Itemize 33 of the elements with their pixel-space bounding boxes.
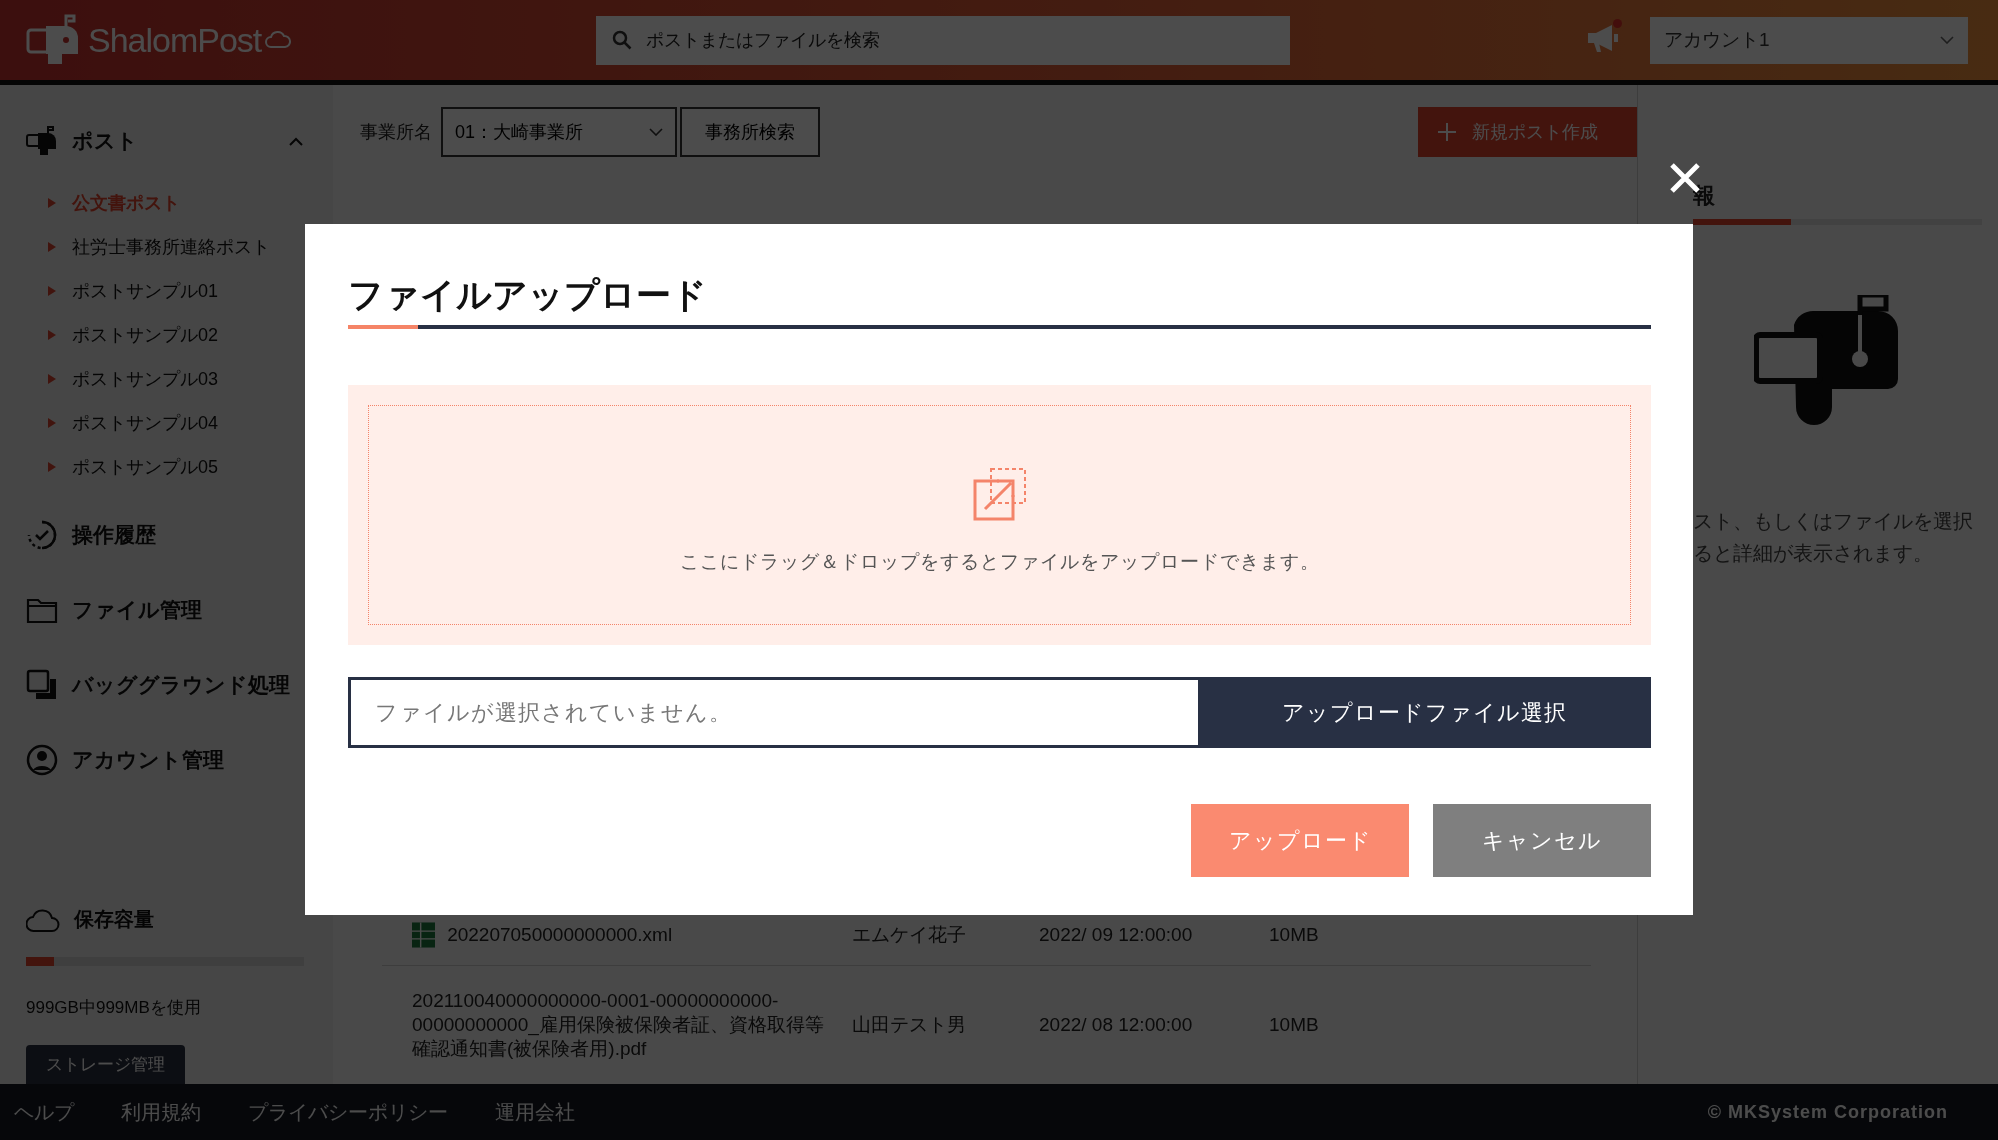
nav-item[interactable]: 操作履歴 xyxy=(72,520,156,549)
footer-link[interactable]: ヘルプ xyxy=(14,1098,74,1126)
search-field[interactable]: ポストまたはファイルを検索 xyxy=(644,28,1274,52)
choose-file-button[interactable]: アップロードファイル選択 xyxy=(1198,677,1651,748)
date-cell-text: 2022/ 09 12:00:00 xyxy=(1039,924,1194,946)
post-link[interactable]: ポストサンプル05 xyxy=(72,455,219,479)
storage-title: 保存容量 xyxy=(74,907,154,932)
footer-link[interactable]: プライバシーポリシー xyxy=(248,1098,448,1126)
drop-hint-text: ここにドラッグ＆ドロップをするとファイルをアップロードできます。 xyxy=(679,550,1320,574)
nav-item[interactable]: ファイル管理 xyxy=(72,595,202,624)
storage-usage-text: 999GB中999MBを使用 xyxy=(26,997,202,1019)
size-cell-text: 10MB xyxy=(1269,1014,1320,1036)
owner-cell-text: 山田テスト男 xyxy=(852,1013,967,1037)
post-link[interactable]: ポストサンプル01 xyxy=(72,279,219,303)
upload-button[interactable]: アップロード xyxy=(1191,804,1409,877)
post-link[interactable]: ポストサンプル03 xyxy=(72,367,219,391)
upload-arrow-icon xyxy=(972,467,1027,521)
copyright-text: © MKSystem Corporation xyxy=(1707,1101,1948,1123)
post-link[interactable]: 社労士事務所連絡ポスト xyxy=(72,235,270,259)
drop-zone[interactable]: ここにドラッグ＆ドロップをするとファイルをアップロードできます。 xyxy=(348,385,1651,645)
nav-item[interactable]: アカウント管理 xyxy=(72,745,224,774)
date-cell-text: 2022/ 08 12:00:00 xyxy=(1039,1014,1194,1036)
owner-cell-text: エムケイ花子 xyxy=(852,923,967,947)
post-link[interactable]: ポストサンプル02 xyxy=(72,323,219,347)
footer-link[interactable]: 利用規約 xyxy=(121,1098,201,1126)
file-name-box[interactable]: ファイルが選択されていません。 xyxy=(348,677,1198,748)
post-link[interactable]: ポストサンプル04 xyxy=(72,411,219,435)
office-label: 事業所名 xyxy=(360,121,432,144)
size-cell-text: 10MB xyxy=(1269,924,1320,946)
post-link[interactable]: 公文書ポスト xyxy=(72,191,180,215)
cancel-button[interactable]: キャンセル xyxy=(1433,804,1651,877)
footer-link[interactable]: 運用会社 xyxy=(495,1098,575,1126)
modal-title: ファイルアップロード xyxy=(348,274,708,316)
